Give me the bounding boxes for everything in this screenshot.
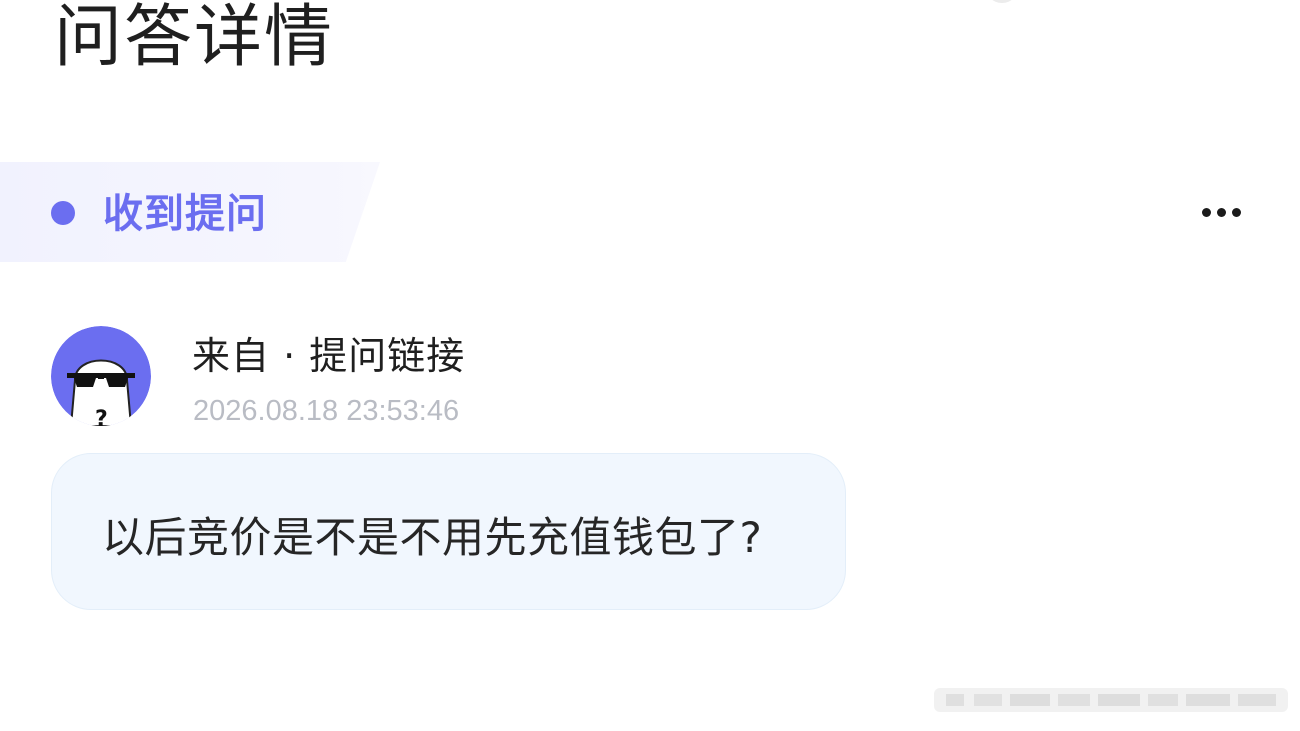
qa-detail-page: 问答详情 收到提问 ? 来自 · 提问链接 2026.08.18 23:53:4… [0,0,1300,731]
more-horizontal-icon [1201,207,1211,217]
top-indicator [985,0,1019,3]
page-title: 问答详情 [54,0,335,77]
masked-character-avatar-icon: ? [51,326,151,426]
more-horizontal-icon [1216,207,1226,217]
more-options-button[interactable] [1194,196,1248,228]
more-horizontal-icon [1231,207,1241,217]
question-text: 以后竞价是不是不用先充值钱包了? [102,513,763,562]
svg-text:?: ? [95,407,108,426]
section-label: 收到提问 [103,191,267,237]
watermark [934,688,1288,712]
sender-label: 来自 · 提问链接 [192,334,466,378]
timestamp: 2026.08.18 23:53:46 [193,395,460,427]
avatar[interactable]: ? [51,326,151,426]
section-dot-icon [51,201,75,225]
